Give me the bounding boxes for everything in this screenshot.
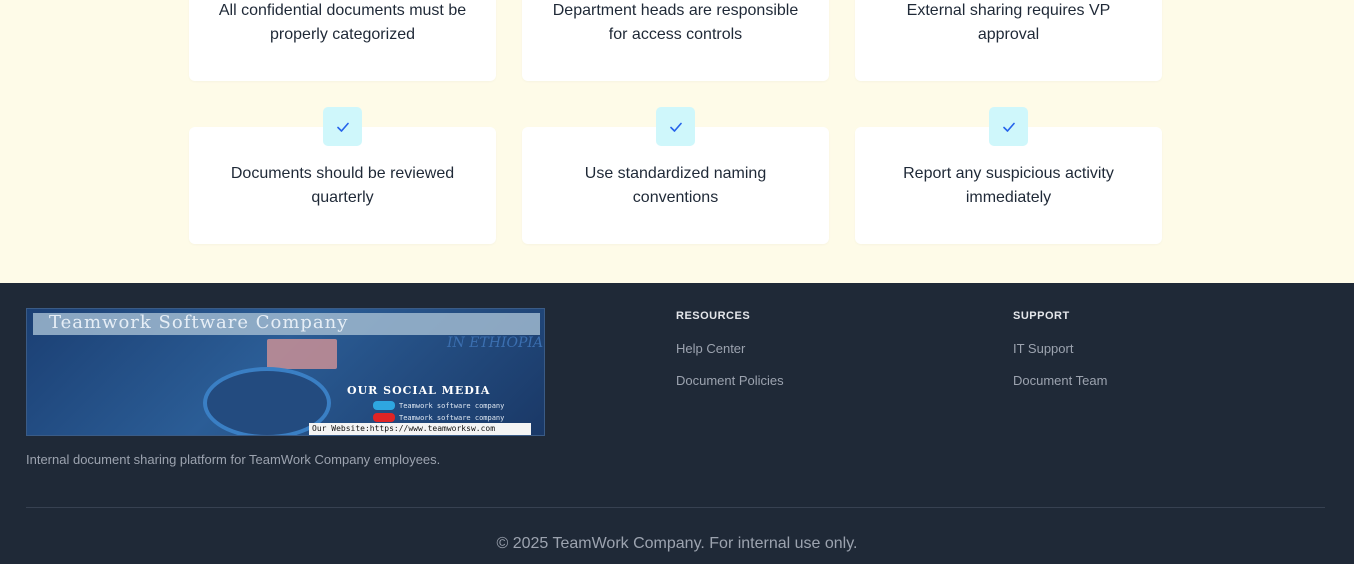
- logo-telegram-text: Teamwork software company: [399, 402, 505, 410]
- guideline-text: Use standardized naming conventions: [584, 164, 767, 206]
- check-icon: [1002, 122, 1015, 132]
- copyright-text: © 2025 TeamWork Company. For internal us…: [496, 535, 858, 552]
- resources-heading: RESOURCES: [676, 310, 751, 322]
- help-center-link[interactable]: Help Center: [676, 341, 745, 356]
- check-icon: [323, 107, 362, 146]
- logo-social-heading: OUR SOCIAL MEDIA: [347, 384, 491, 397]
- guideline-text: Report any suspicious activity immediate…: [903, 164, 1114, 206]
- youtube-icon: [373, 413, 395, 422]
- logo-region: IN ETHIOPIA: [447, 335, 544, 351]
- support-heading: SUPPORT: [1013, 310, 1070, 322]
- building-image: [267, 339, 337, 369]
- guideline-text: External sharing requires VP approval: [906, 1, 1111, 43]
- footer-tagline: Internal document sharing platform for T…: [26, 452, 441, 467]
- guideline-card: External sharing requires VP approval: [855, 0, 1162, 81]
- guideline-card: All confidential documents must be prope…: [189, 0, 496, 81]
- guideline-text: Documents should be reviewed quarterly: [230, 164, 455, 206]
- telegram-icon: [373, 401, 395, 410]
- check-icon: [669, 122, 682, 132]
- guidelines-section: All confidential documents must be prope…: [0, 0, 1354, 283]
- it-support-link[interactable]: IT Support: [1013, 341, 1073, 356]
- check-icon: [989, 107, 1028, 146]
- check-icon: [656, 107, 695, 146]
- document-policies-link[interactable]: Document Policies: [676, 373, 784, 388]
- logo-title: Teamwork Software Company: [49, 312, 349, 333]
- document-team-link[interactable]: Document Team: [1013, 373, 1107, 388]
- guideline-text: All confidential documents must be prope…: [218, 1, 467, 43]
- company-logo[interactable]: Teamwork Software Company IN ETHIOPIA OU…: [26, 308, 545, 436]
- guideline-card: Department heads are responsible for acc…: [522, 0, 829, 81]
- logo-website: Our Website:https://www.teamworksw.com: [309, 423, 531, 435]
- footer-divider: [26, 507, 1325, 508]
- site-footer: Teamwork Software Company IN ETHIOPIA OU…: [0, 283, 1354, 564]
- logo-youtube-text: Teamwork software company: [399, 414, 505, 422]
- check-icon: [336, 122, 349, 132]
- guideline-text: Department heads are responsible for acc…: [552, 1, 799, 43]
